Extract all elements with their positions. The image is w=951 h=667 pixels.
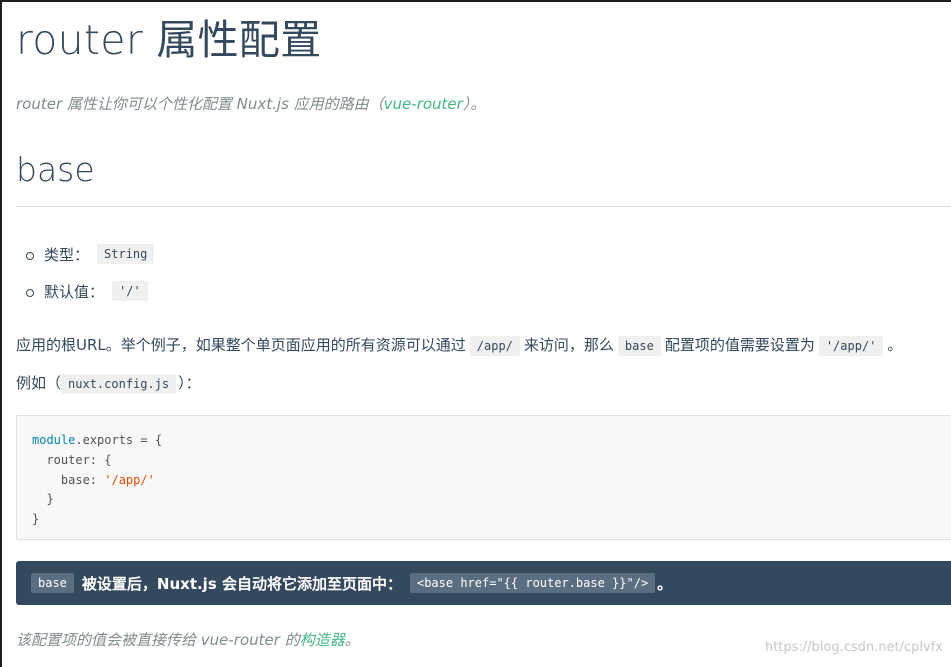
type-label: 类型： — [44, 246, 90, 264]
list-item-default: 默认值： '/' — [26, 281, 154, 318]
tip-code-base: base — [31, 573, 74, 593]
window-frame-top — [0, 0, 951, 2]
code-line-5: } — [32, 512, 40, 527]
code-line-3-key: base: — [32, 472, 105, 487]
bullet-icon — [26, 289, 34, 297]
footnote-before: 该配置项的值会被直接传给 vue-router 的 — [16, 631, 300, 649]
code-line-2: router: { — [32, 452, 112, 467]
watermark: https://blog.csdn.net/cplvfx — [764, 640, 943, 655]
code-line-1-rest: .exports = { — [75, 433, 163, 447]
tip-code-base-tag: <base href="{{ router.base }}"/> — [409, 573, 656, 593]
property-list: 类型： String 默认值： '/' — [26, 244, 155, 318]
desc-part2: 来访问，那么 — [523, 336, 614, 354]
tip-text: 被设置后，Nuxt.js 会自动将它添加至页面中： — [81, 574, 402, 593]
description-paragraph: 应用的根URL。举个例子，如果整个单页面应用的所有资源可以通过/app/来访问，… — [16, 334, 902, 356]
example-paragraph: 例如（ nuxt.config.js）： — [16, 372, 201, 394]
intro-after: ）。 — [462, 95, 486, 113]
desc-code-base: base — [617, 336, 661, 356]
intro-before: router 属性让你可以个性化配置 Nuxt.js 应用的路由（ — [16, 95, 384, 113]
intro-text: router 属性让你可以个性化配置 Nuxt.js 应用的路由（vue-rou… — [16, 93, 485, 114]
code-block: module.exports = { router: { base: '/app… — [16, 415, 951, 540]
code-string-app: '/app/' — [104, 472, 155, 487]
desc-part4: 。 — [887, 336, 903, 354]
code-line-3: base: '/app/' — [32, 471, 940, 491]
desc-code-app: /app/ — [469, 336, 520, 356]
tip-end: 。 — [657, 574, 673, 593]
code-line-1: module.exports = { — [32, 431, 940, 451]
bullet-icon — [26, 252, 34, 260]
code-keyword-module: module — [32, 433, 76, 447]
type-value: String — [97, 244, 155, 264]
section-heading-base: base — [16, 150, 95, 189]
footnote-text: 该配置项的值会被直接传给 vue-router 的构造器。 — [16, 629, 360, 650]
code-line-4: } — [32, 492, 54, 507]
example-suffix: ）： — [178, 374, 201, 392]
desc-part1: 应用的根URL。举个例子，如果整个单页面应用的所有资源可以通过 — [16, 336, 466, 354]
constructor-link[interactable]: 构造器 — [300, 631, 345, 649]
heading-divider — [16, 206, 951, 207]
example-prefix: 例如（ — [16, 374, 62, 392]
desc-part3: 配置项的值需要设置为 — [664, 336, 815, 354]
tip-box: base 被设置后，Nuxt.js 会自动将它添加至页面中： <base hre… — [16, 561, 951, 605]
example-filename: nuxt.config.js — [61, 374, 177, 394]
desc-code-app-quoted: '/app/' — [818, 336, 884, 356]
vue-router-link[interactable]: vue-router — [384, 95, 463, 113]
footnote-after: 。 — [344, 631, 360, 649]
list-item-type: 类型： String — [26, 244, 155, 281]
window-frame-left — [0, 0, 2, 667]
default-label: 默认值： — [44, 283, 105, 301]
default-value: '/' — [112, 281, 148, 301]
page-title: router 属性配置 — [16, 16, 322, 64]
